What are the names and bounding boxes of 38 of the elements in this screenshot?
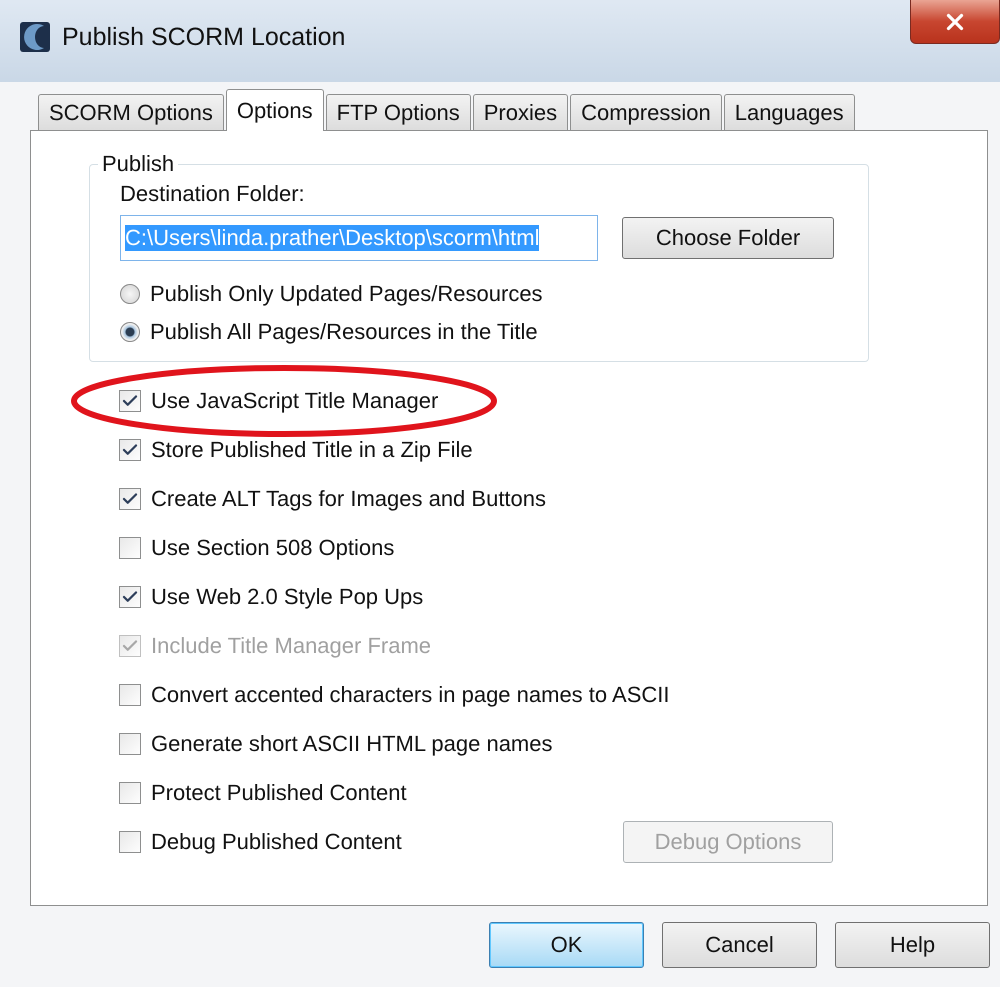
dialog-button[interactable]: OK	[489, 922, 644, 968]
checkbox[interactable]	[119, 536, 141, 558]
radio-label: Publish All Pages/Resources in the Title	[150, 319, 538, 345]
checkbox[interactable]	[119, 782, 141, 804]
checkbox-label: Use Section 508 Options	[151, 534, 394, 560]
tab[interactable]: FTP Options	[326, 94, 471, 130]
checkbox-label: Convert accented characters in page names to ASCII	[151, 682, 670, 708]
checkbox-label: Use JavaScript Title Manager	[151, 388, 438, 414]
tab[interactable]: Languages	[724, 94, 855, 130]
radio-button[interactable]	[120, 322, 140, 342]
tab[interactable]: SCORM Options	[38, 94, 224, 130]
checkbox[interactable]	[119, 732, 141, 754]
checkbox-label: Protect Published Content	[151, 780, 407, 806]
checkbox-label: Store Published Title in a Zip File	[151, 436, 473, 462]
tab[interactable]: Proxies	[472, 94, 568, 130]
checkbox[interactable]	[119, 684, 141, 706]
window-title: Publish SCORM Location	[62, 22, 346, 52]
radio-button[interactable]	[120, 284, 140, 304]
radio-label: Publish Only Updated Pages/Resources	[150, 281, 543, 307]
checkbox[interactable]	[119, 438, 141, 460]
checkbox-label: Create ALT Tags for Images and Buttons	[151, 486, 546, 512]
app-logo-icon	[20, 22, 50, 52]
dialog-button[interactable]: Help	[835, 922, 990, 968]
checkbox-label: Use Web 2.0 Style Pop Ups	[151, 584, 424, 610]
checkbox[interactable]	[119, 488, 141, 510]
checkbox-label: Generate short ASCII HTML page names	[151, 730, 552, 756]
dialog-button[interactable]: Cancel	[662, 922, 817, 968]
checkbox[interactable]	[119, 586, 141, 608]
checkbox-label: Debug Published Content	[151, 828, 402, 854]
choose-folder-button[interactable]: Choose Folder	[622, 217, 834, 259]
tab[interactable]: Options	[226, 89, 324, 131]
close-button[interactable]	[910, 0, 1000, 44]
tab[interactable]: Compression	[570, 94, 722, 130]
checkbox[interactable]	[119, 830, 141, 852]
field-label: Destination Folder:	[120, 181, 305, 206]
checkbox-label: Include Title Manager Frame	[151, 632, 432, 658]
checkbox[interactable]	[119, 390, 141, 412]
group-legend: Publish	[98, 151, 178, 177]
